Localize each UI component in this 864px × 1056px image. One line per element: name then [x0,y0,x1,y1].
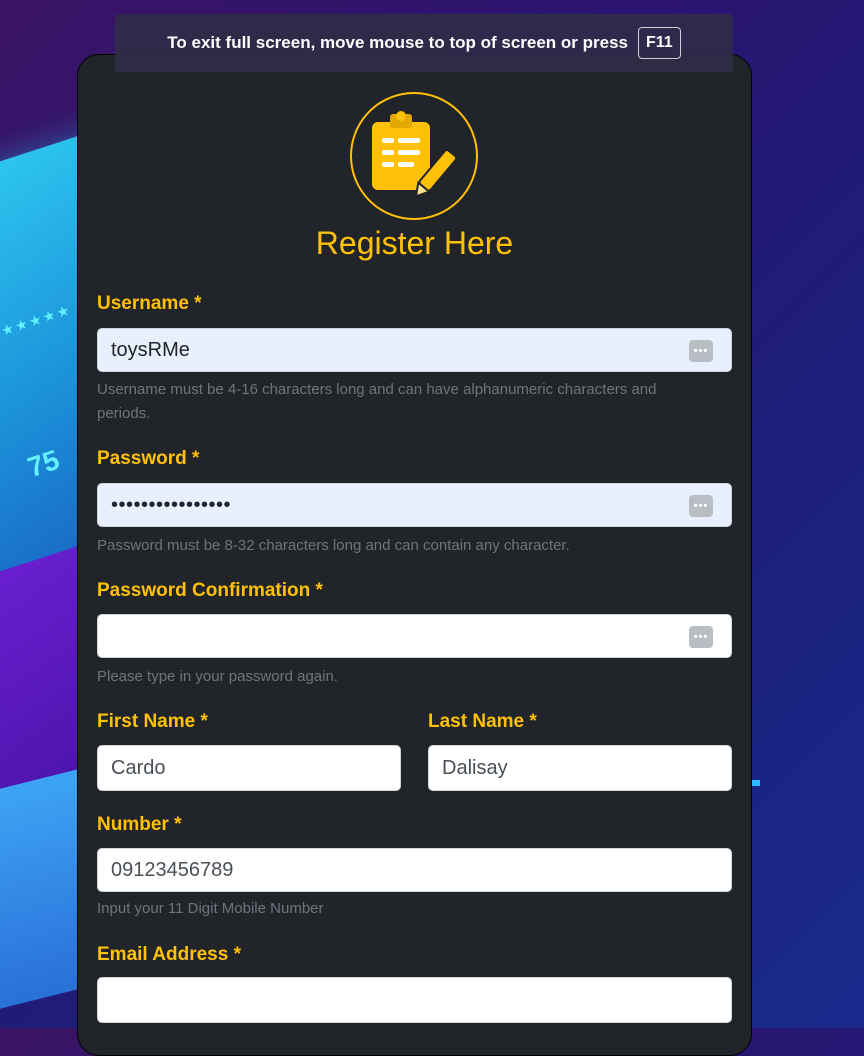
page-title: Register Here [315,225,514,261]
first-name-input[interactable]: Cardo [97,745,401,791]
password-help: Password must be 8-32 characters long an… [97,537,570,554]
last-name-value: Dalisay [442,756,508,779]
f11-key-badge: F11 [638,27,681,59]
number-help: Input your 11 Digit Mobile Number [97,900,324,917]
username-label: Username * [97,293,202,314]
password-manager-icon[interactable]: ••• [689,340,713,362]
password-confirmation-input[interactable]: ••• [97,614,732,658]
username-input[interactable]: toysRMe ••• [97,328,732,372]
email-label: Email Address * [97,944,241,965]
password-confirmation-label: Password Confirmation * [97,580,323,601]
password-confirmation-help: Please type in your password again. [97,668,338,685]
bg-dot [752,780,760,786]
number-input[interactable]: 09123456789 [97,848,732,892]
email-input[interactable] [97,977,732,1023]
fullscreen-notice: To exit full screen, move mouse to top o… [115,14,733,72]
username-help: Username must be 4-16 characters long an… [97,381,657,422]
last-name-input[interactable]: Dalisay [428,745,732,791]
password-label: Password * [97,448,200,469]
number-label: Number * [97,814,182,835]
register-card: Register Here Username * toysRMe ••• Use… [77,54,752,1056]
password-manager-icon[interactable]: ••• [689,626,713,648]
number-value: 09123456789 [111,858,234,881]
first-name-value: Cardo [111,756,166,779]
password-value: •••••••••••••••• [111,493,232,516]
password-manager-icon[interactable]: ••• [689,495,713,517]
password-input[interactable]: •••••••••••••••• ••• [97,483,732,527]
clipboard-pencil-icon [350,92,478,220]
last-name-label: Last Name * [428,711,537,732]
fullscreen-notice-text: To exit full screen, move mouse to top o… [167,33,628,52]
first-name-label: First Name * [97,711,208,732]
username-value: toysRMe [111,338,190,361]
